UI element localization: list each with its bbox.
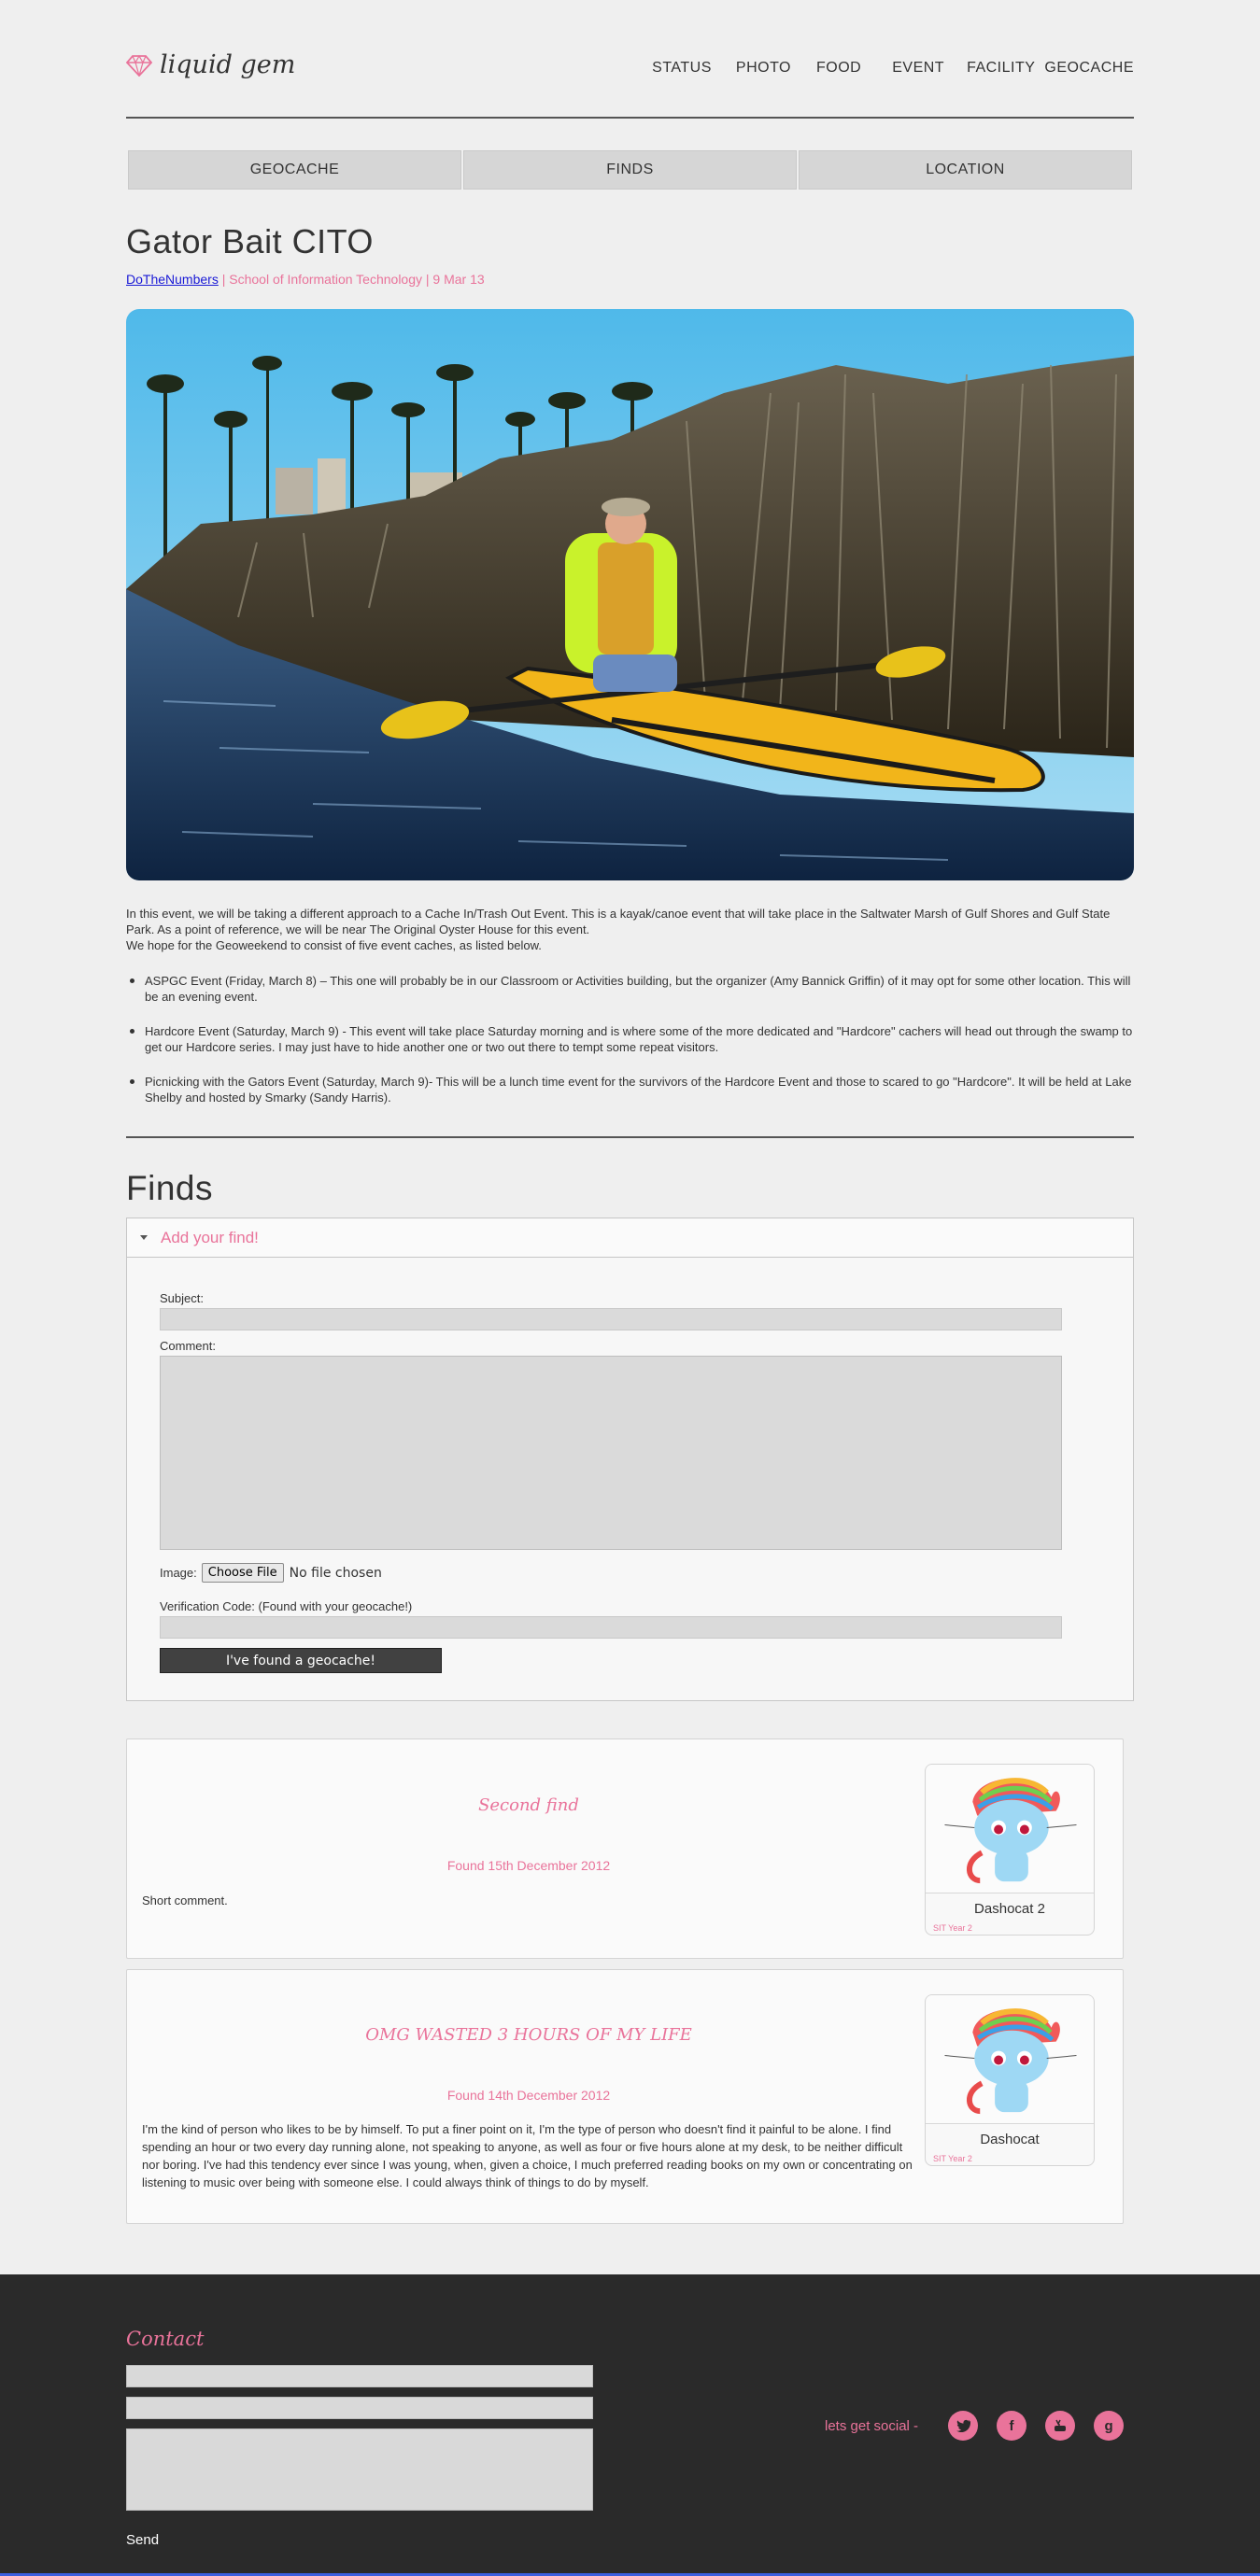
social-label: lets get social - (825, 2417, 919, 2434)
tab-finds[interactable]: FINDS (463, 150, 797, 190)
list-item: ASPGC Event (Friday, March 8) – This one… (126, 973, 1134, 1005)
logo-text: liquid gem (160, 50, 296, 79)
nav-event[interactable]: EVENT (892, 60, 944, 77)
user-name: Dashocat (980, 2132, 1040, 2147)
file-status: No file chosen (289, 1565, 382, 1581)
user-subtitle: SIT Year 2 (933, 1923, 972, 1933)
contact-title: Contact (126, 2328, 205, 2350)
author-link[interactable]: DoTheNumbers (126, 272, 219, 287)
user-subtitle: SIT Year 2 (933, 2154, 972, 2163)
facebook-icon[interactable]: f (997, 2411, 1027, 2441)
section-divider (126, 1136, 1134, 1138)
hero-image (126, 309, 1134, 880)
subject-input[interactable] (160, 1308, 1062, 1330)
intro-paragraph: In this event, we will be taking a diffe… (126, 907, 1111, 936)
tab-location[interactable]: LOCATION (799, 150, 1132, 190)
find-date: Found 15th December 2012 (446, 1858, 611, 1873)
kayak-photo (126, 309, 1134, 880)
finds-heading: Finds (126, 1169, 213, 1207)
byline: DoTheNumbers | School of Information Tec… (126, 272, 1134, 287)
nav-food[interactable]: FOOD (816, 60, 861, 77)
find-comment: I'm the kind of person who likes to be b… (142, 2122, 913, 2189)
event-list: ASPGC Event (Friday, March 8) – This one… (126, 973, 1134, 1124)
logo[interactable]: liquid gem (126, 50, 295, 79)
youtube-icon[interactable] (1045, 2411, 1076, 2441)
contact-message-textarea[interactable] (126, 2428, 593, 2511)
nav-photo[interactable]: PHOTO (736, 60, 791, 77)
subject-label: Subject: (160, 1291, 204, 1305)
image-upload-row: Image: Choose File No file chosen (160, 1563, 1062, 1583)
page-title: Gator Bait CITO (126, 222, 374, 260)
verification-input[interactable] (160, 1616, 1062, 1639)
verification-label: Verification Code: (Found with your geoc… (160, 1599, 413, 1613)
section-tabs: GEOCACHE FINDS LOCATION (126, 150, 1134, 190)
send-button[interactable]: Send (126, 2532, 159, 2548)
nav-facility[interactable]: FACILITY (967, 60, 1035, 77)
find-entry: Second find Found 15th December 2012 Sho… (126, 1738, 1124, 1959)
social-links: lets get social - f g (825, 2411, 1125, 2441)
find-entry: OMG WASTED 3 HOURS OF MY LIFE Found 14th… (126, 1969, 1124, 2224)
list-item: Hardcore Event (Saturday, March 9) - Thi… (126, 1023, 1134, 1055)
avatar (926, 1995, 1094, 2124)
list-item: Picnicking with the Gators Event (Saturd… (126, 1074, 1134, 1105)
panel-header[interactable]: Add your find! (127, 1218, 1133, 1258)
panel-title: Add your find! (161, 1228, 259, 1246)
add-find-form: Subject: Comment: Image: Choose File No … (160, 1291, 1062, 1673)
user-card[interactable]: Dashocat SIT Year 2 (925, 1994, 1095, 2166)
find-date: Found 14th December 2012 (446, 2088, 611, 2103)
add-find-panel: Add your find! Subject: Comment: Image: … (126, 1218, 1134, 1701)
choose-file-button[interactable]: Choose File (201, 1563, 284, 1583)
article-intro: In this event, we will be taking a diffe… (126, 906, 1134, 953)
intro-paragraph: We hope for the Geoweekend to consist of… (126, 938, 542, 952)
gem-icon (126, 54, 152, 77)
comment-textarea[interactable] (160, 1356, 1062, 1550)
avatar (926, 1765, 1094, 1893)
tab-geocache[interactable]: GEOCACHE (128, 150, 461, 190)
nav-geocache[interactable]: GEOCACHE (1044, 60, 1134, 77)
caret-down-icon (140, 1235, 148, 1240)
find-subject: Second find (478, 1795, 579, 1815)
user-card[interactable]: Dashocat 2 SIT Year 2 (925, 1764, 1095, 1936)
user-name: Dashocat 2 (974, 1901, 1045, 1917)
find-comment: Short comment. (142, 1893, 228, 1907)
contact-email-input[interactable] (126, 2397, 593, 2419)
submit-find-button[interactable]: I've found a geocache! (160, 1648, 442, 1673)
site-footer: Contact Send lets get social - f g (0, 2274, 1260, 2576)
image-label: Image: (160, 1566, 197, 1580)
main-nav: STATUS PHOTO FOOD EVENT FACILITY GEOCACH… (652, 60, 1134, 77)
site-header: liquid gem STATUS PHOTO FOOD EVENT FACIL… (126, 0, 1134, 120)
google-plus-icon[interactable]: g (1094, 2411, 1125, 2441)
contact-name-input[interactable] (126, 2365, 593, 2387)
header-divider (126, 117, 1134, 119)
comment-label: Comment: (160, 1339, 216, 1353)
find-subject: OMG WASTED 3 HOURS OF MY LIFE (365, 2025, 692, 2045)
twitter-icon[interactable] (948, 2411, 979, 2441)
byline-meta: | School of Information Technology | 9 M… (218, 272, 485, 287)
nav-status[interactable]: STATUS (652, 60, 712, 77)
